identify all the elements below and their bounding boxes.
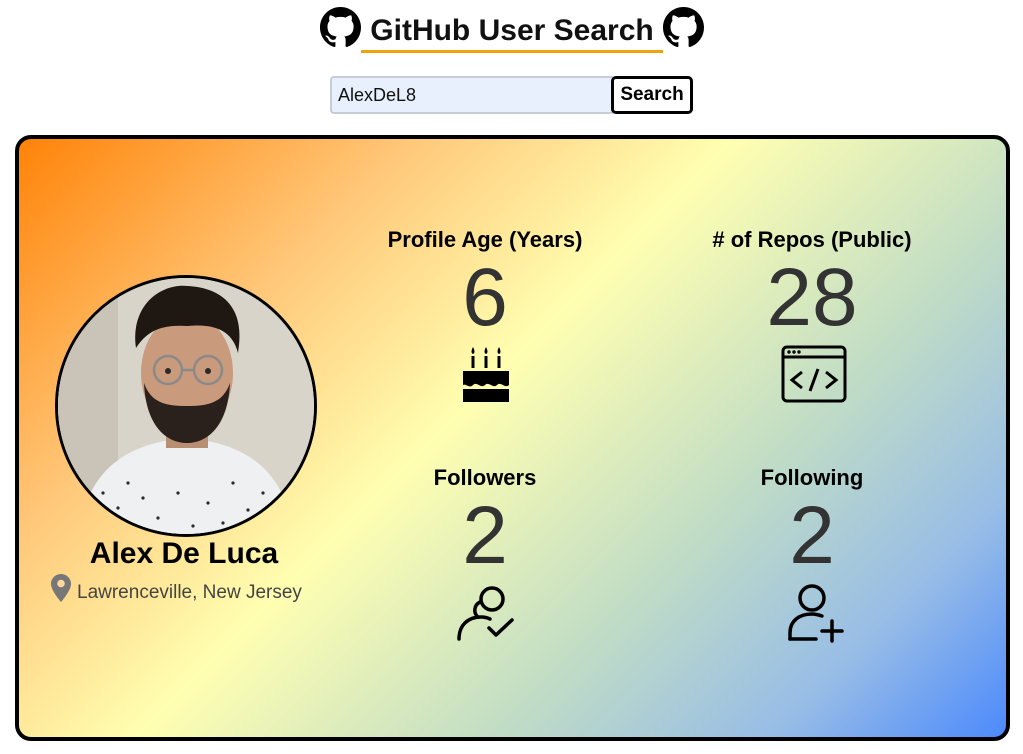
profile-photo <box>58 278 314 534</box>
avatar <box>55 275 317 537</box>
github-icon <box>663 7 704 47</box>
title-underline <box>361 50 663 53</box>
github-icon <box>320 7 361 47</box>
search-button[interactable]: Search <box>611 76 693 114</box>
map-pin-icon <box>51 574 71 602</box>
profile-card: Alex De Luca Lawrenceville, New Jersey P… <box>15 135 1010 741</box>
stat-value: 2 <box>789 490 835 581</box>
search-input[interactable] <box>330 76 615 114</box>
stat-label: # of Repos (Public) <box>712 227 912 252</box>
location: Lawrenceville, New Jersey <box>51 574 331 604</box>
stat-value: 28 <box>766 252 858 343</box>
stat-value: 6 <box>462 252 508 343</box>
location-text: Lawrenceville, New Jersey <box>77 582 302 603</box>
stat-value: 2 <box>462 490 508 581</box>
birthday-cake-icon <box>463 347 509 402</box>
page-title: GitHub User Search <box>370 14 654 47</box>
stat-label: Following <box>760 465 864 490</box>
users-check-icon <box>457 586 514 641</box>
stat-label: Profile Age (Years) <box>387 227 583 252</box>
title-wrap: GitHub User Search <box>320 4 704 54</box>
header: GitHub User Search <box>0 0 1023 60</box>
user-plus-icon <box>788 584 844 643</box>
user-name: Alex De Luca <box>89 537 279 570</box>
code-window-icon <box>781 345 847 403</box>
stat-label: Followers <box>433 465 537 490</box>
